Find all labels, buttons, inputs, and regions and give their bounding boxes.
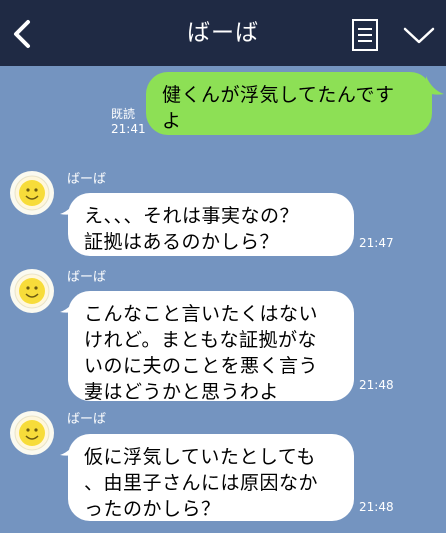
sender-name: ばーば (67, 172, 107, 187)
message-time: 21:48 (359, 500, 394, 514)
sender-name: ばーば (67, 270, 107, 285)
read-receipt: 既読 (111, 107, 136, 121)
message-bubble[interactable]: こんなこと言いたくはない けれど。まともな証拠がな いのに夫のことを悪く言う 妻… (68, 291, 354, 403)
message-time: 21:47 (359, 236, 394, 250)
chat-header: ばーば (0, 0, 446, 66)
avatar[interactable] (9, 268, 55, 314)
notes-button[interactable] (348, 16, 382, 54)
chevron-down-icon (403, 27, 435, 44)
avatar[interactable] (9, 170, 55, 216)
sender-name: ばーば (67, 412, 107, 427)
message-bubble[interactable]: え、、、それは事実なの？ 証拠はあるのかしら？ (68, 193, 354, 256)
message-time: 21:48 (359, 378, 394, 392)
notes-icon (352, 19, 378, 51)
more-options-button[interactable] (400, 20, 438, 50)
message-bubble[interactable]: 健くんが浮気してたんです よ (146, 72, 432, 135)
avatar[interactable] (9, 410, 55, 456)
message-bubble[interactable]: 仮に浮気していたとしても 、由里子さんには原因なか ったのかしら？ (68, 434, 354, 521)
message-time: 21:41 (111, 122, 146, 136)
